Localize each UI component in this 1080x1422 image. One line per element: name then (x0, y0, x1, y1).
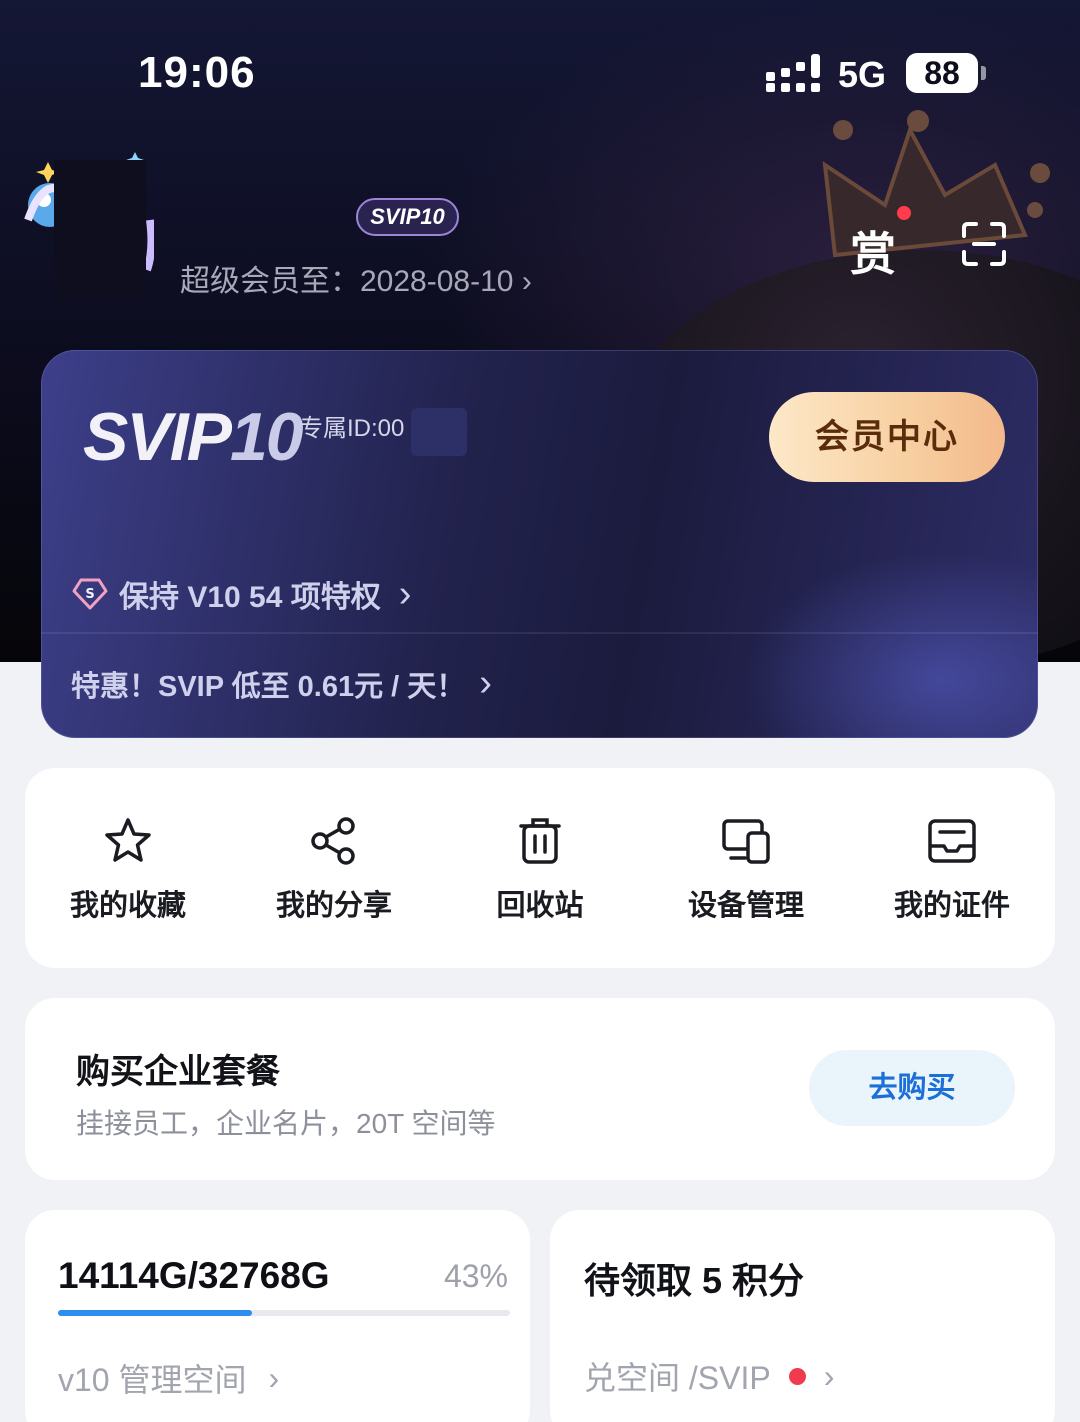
battery-tip (981, 66, 986, 80)
recycle-bin-button[interactable]: 回收站 (437, 768, 643, 968)
star-icon (105, 818, 151, 862)
storage-percent: 43% (443, 1258, 508, 1294)
quick-action-label: 回收站 (496, 890, 584, 922)
points-panel[interactable]: 待领取 5 积分 兑空间 /SVIP › (550, 1210, 1055, 1422)
notification-dot (897, 206, 911, 220)
exclusive-id: 专属ID:00 (299, 415, 405, 442)
points-title: 待领取 5 积分 (584, 1260, 805, 1301)
svip-logo-text: SVIP (83, 399, 232, 475)
chevron-right-icon: › (521, 265, 532, 298)
id-card-icon (928, 819, 976, 863)
diamond-coin-icon: S (72, 578, 108, 610)
devices-icon (722, 819, 770, 864)
scan-icon[interactable] (960, 220, 1008, 268)
vip-card[interactable]: SVIP10 专属ID:00 会员中心 S 保持 V10 54 项特权 › 特惠… (41, 350, 1038, 738)
trash-icon (519, 818, 561, 864)
buy-button[interactable]: 去购买 (809, 1050, 1015, 1126)
share-icon (311, 817, 355, 865)
chevron-right-icon: › (479, 662, 492, 704)
svip-logo: SVIP10 (83, 398, 304, 476)
reward-icon[interactable]: 赏 (850, 218, 896, 284)
enterprise-title: 购买企业套餐 (76, 1053, 280, 1091)
storage-progress-bar (58, 1310, 510, 1316)
manage-space-text: v10 管理空间 (58, 1362, 247, 1398)
chevron-right-icon: › (823, 1357, 835, 1394)
svg-text:S: S (85, 587, 94, 602)
chevron-right-icon: › (268, 1359, 280, 1396)
redeem-text: 兑空间 /SVIP (584, 1360, 771, 1396)
signal-icon (766, 54, 820, 92)
quick-action-label: 设备管理 (687, 890, 804, 922)
notification-dot (788, 1367, 806, 1385)
battery-indicator: 88 (906, 53, 978, 93)
privilege-link[interactable]: S 保持 V10 54 项特权 › (71, 572, 412, 615)
membership-expiry-text: 超级会员至：2028-08-10 (180, 265, 514, 298)
device-management-button[interactable]: 设备管理 (643, 768, 849, 968)
promo-text: 特惠！SVIP 低至 0.61元 / 天！ (71, 670, 466, 703)
status-time: 19:06 (138, 48, 256, 97)
member-center-button[interactable]: 会员中心 (769, 392, 1005, 482)
storage-progress-fill (58, 1310, 253, 1316)
svip-logo-level: 10 (229, 399, 304, 475)
quick-action-label: 我的收藏 (69, 890, 186, 922)
promo-link[interactable]: 特惠！SVIP 低至 0.61元 / 天！ › (71, 662, 492, 705)
avatar-privacy-mask (54, 160, 146, 300)
network-type: 5G (838, 54, 887, 95)
quick-action-label: 我的证件 (893, 890, 1010, 922)
quick-actions-panel: 我的收藏 我的分享 回收站 设备管理 我的证件 (25, 768, 1055, 968)
favorites-button[interactable]: 我的收藏 (25, 768, 231, 968)
storage-panel[interactable]: 14114G/32768G 43% v10 管理空间 › (25, 1210, 530, 1422)
svip-level-badge: SVIP10 (356, 198, 459, 236)
enterprise-plan-panel: 购买企业套餐 挂接员工，企业名片，20T 空间等 去购买 (25, 998, 1055, 1180)
privilege-text: 保持 V10 54 项特权 (119, 581, 381, 614)
card-divider (41, 632, 1038, 634)
card-glow (741, 550, 1038, 738)
manage-space-link[interactable]: v10 管理空间 › (58, 1355, 279, 1401)
chevron-right-icon: › (398, 572, 412, 615)
quick-action-label: 我的分享 (275, 890, 392, 922)
id-privacy-mask (411, 408, 467, 456)
membership-expiry-link[interactable]: 超级会员至：2028-08-10 › (180, 256, 532, 300)
enterprise-subtitle: 挂接员工，企业名片，20T 空间等 (76, 1108, 496, 1139)
redeem-link[interactable]: 兑空间 /SVIP › (584, 1353, 834, 1399)
shares-button[interactable]: 我的分享 (231, 768, 437, 968)
my-documents-button[interactable]: 我的证件 (849, 768, 1055, 968)
storage-used: 14114G/32768G (58, 1255, 330, 1296)
